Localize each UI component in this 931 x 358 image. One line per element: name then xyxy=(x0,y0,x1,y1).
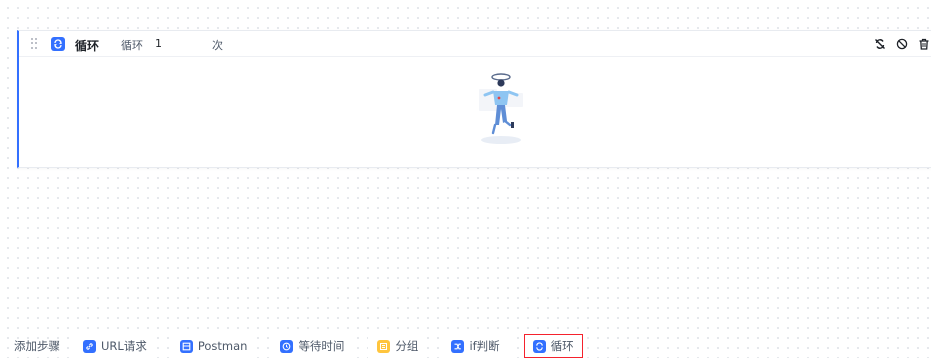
postman-icon xyxy=(179,339,193,353)
loop-icon xyxy=(51,37,65,51)
clock-icon xyxy=(280,339,294,353)
add-postman-button[interactable]: Postman xyxy=(170,334,257,358)
refresh-off-icon[interactable] xyxy=(873,37,887,51)
branch-icon xyxy=(451,339,465,353)
delete-icon[interactable] xyxy=(917,37,931,51)
loop-step-header: 循环 循环 次 xyxy=(19,31,931,57)
add-loop-button[interactable]: 循环 xyxy=(523,334,583,358)
loop-icon xyxy=(532,339,546,353)
wait-time-label: 等待时间 xyxy=(298,339,345,353)
add-url-request-button[interactable]: URL请求 xyxy=(74,334,156,358)
group-icon xyxy=(377,339,391,353)
add-group-button[interactable]: 分组 xyxy=(368,334,428,358)
group-label: 分组 xyxy=(395,339,419,353)
link-icon xyxy=(83,339,96,353)
add-if-condition-button[interactable]: if判断 xyxy=(442,334,509,358)
add-step-bar: 添加步骤 URL请求 Postman 等待时间 分组 if判断 循环 xyxy=(14,334,598,358)
step-title: 循环 xyxy=(75,39,100,53)
loop-label: 循环 xyxy=(121,39,143,52)
drag-handle-icon[interactable] xyxy=(31,38,37,49)
disable-icon[interactable] xyxy=(895,37,909,51)
url-request-label: URL请求 xyxy=(101,339,147,353)
if-condition-label: if判断 xyxy=(469,339,500,353)
header-actions xyxy=(873,37,931,51)
loop-count-input[interactable] xyxy=(155,35,205,52)
loop-label: 循环 xyxy=(550,339,574,353)
add-wait-time-button[interactable]: 等待时间 xyxy=(271,334,354,358)
empty-state-illustration xyxy=(449,69,529,149)
postman-label: Postman xyxy=(197,339,248,353)
add-step-label: 添加步骤 xyxy=(14,339,60,353)
loop-step-card: 循环 循环 次 xyxy=(17,30,931,168)
loop-unit-label: 次 xyxy=(212,39,223,52)
